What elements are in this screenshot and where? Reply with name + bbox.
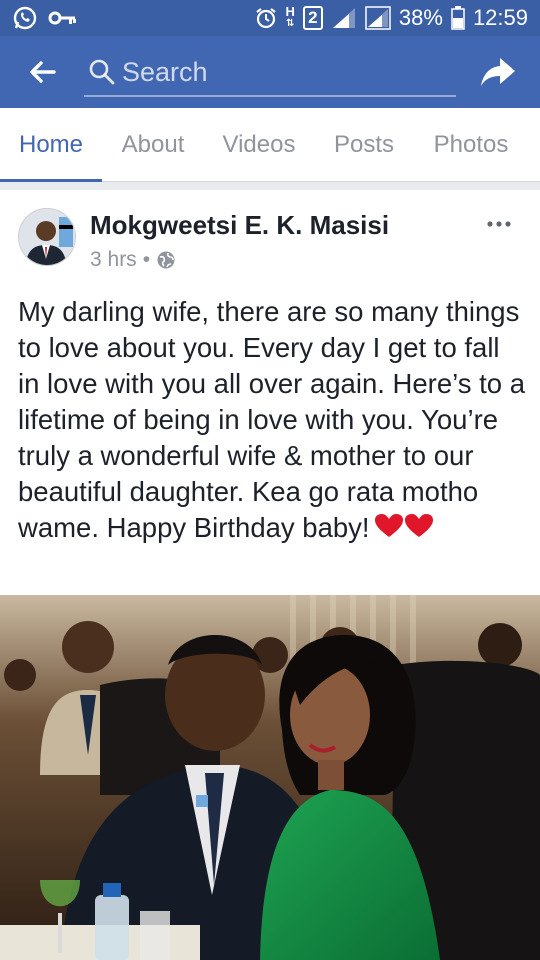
globe-icon [157, 251, 175, 269]
more-dots-icon [487, 221, 511, 227]
post-meta: 3 hrs • [90, 248, 176, 272]
network-h-label: H [285, 4, 295, 19]
status-bar-right: H ⇅ 2 38% 12:59 [254, 4, 528, 31]
post-photo[interactable] [0, 595, 540, 960]
post-body: My darling wife, there are so many thing… [18, 294, 528, 548]
post-timestamp[interactable]: 3 hrs [90, 248, 137, 272]
key-icon [48, 8, 78, 28]
app-bar [0, 36, 540, 108]
search-input[interactable] [122, 56, 442, 88]
avatar-image [19, 209, 75, 265]
meta-separator: • [142, 248, 151, 271]
battery-icon [451, 6, 465, 30]
heart-emojis [374, 512, 434, 548]
post-author[interactable]: Mokgweetsi E. K. Masisi [90, 210, 389, 241]
tab-posts[interactable]: Posts [326, 108, 402, 182]
battery-percent: 38% [398, 5, 443, 30]
search-icon [89, 59, 115, 85]
share-button[interactable] [456, 36, 540, 108]
share-arrow-icon [481, 58, 515, 86]
avatar[interactable] [18, 208, 76, 266]
whatsapp-icon [12, 5, 38, 31]
back-button[interactable] [0, 36, 84, 108]
signal-icon-2 [365, 6, 391, 30]
post-options-button[interactable] [486, 204, 512, 235]
post-card: Mokgweetsi E. K. Masisi 3 hrs • My darli… [0, 190, 540, 960]
status-bar-left [12, 5, 78, 31]
clock: 12:59 [472, 5, 528, 30]
alarm-icon [254, 6, 278, 30]
search-bar[interactable] [84, 49, 456, 97]
sim2-icon: 2 [302, 6, 323, 30]
tab-about[interactable]: About [114, 108, 192, 182]
signal-icon [331, 6, 357, 30]
status-bar: H ⇅ 2 38% 12:59 [0, 0, 540, 36]
tab-videos[interactable]: Videos [214, 108, 304, 182]
network-type-icon: H ⇅ [285, 4, 295, 30]
tab-home[interactable]: Home [0, 108, 102, 182]
heart-icon [374, 513, 433, 537]
back-arrow-icon [30, 61, 56, 83]
tab-photos[interactable]: Photos [424, 108, 518, 182]
sim-number: 2 [308, 8, 318, 27]
network-arrows: ⇅ [286, 18, 295, 29]
page-tabs: Home About Videos Posts Photos [0, 108, 540, 182]
post-text: My darling wife, there are so many thing… [18, 296, 525, 543]
photo-image [0, 595, 540, 960]
